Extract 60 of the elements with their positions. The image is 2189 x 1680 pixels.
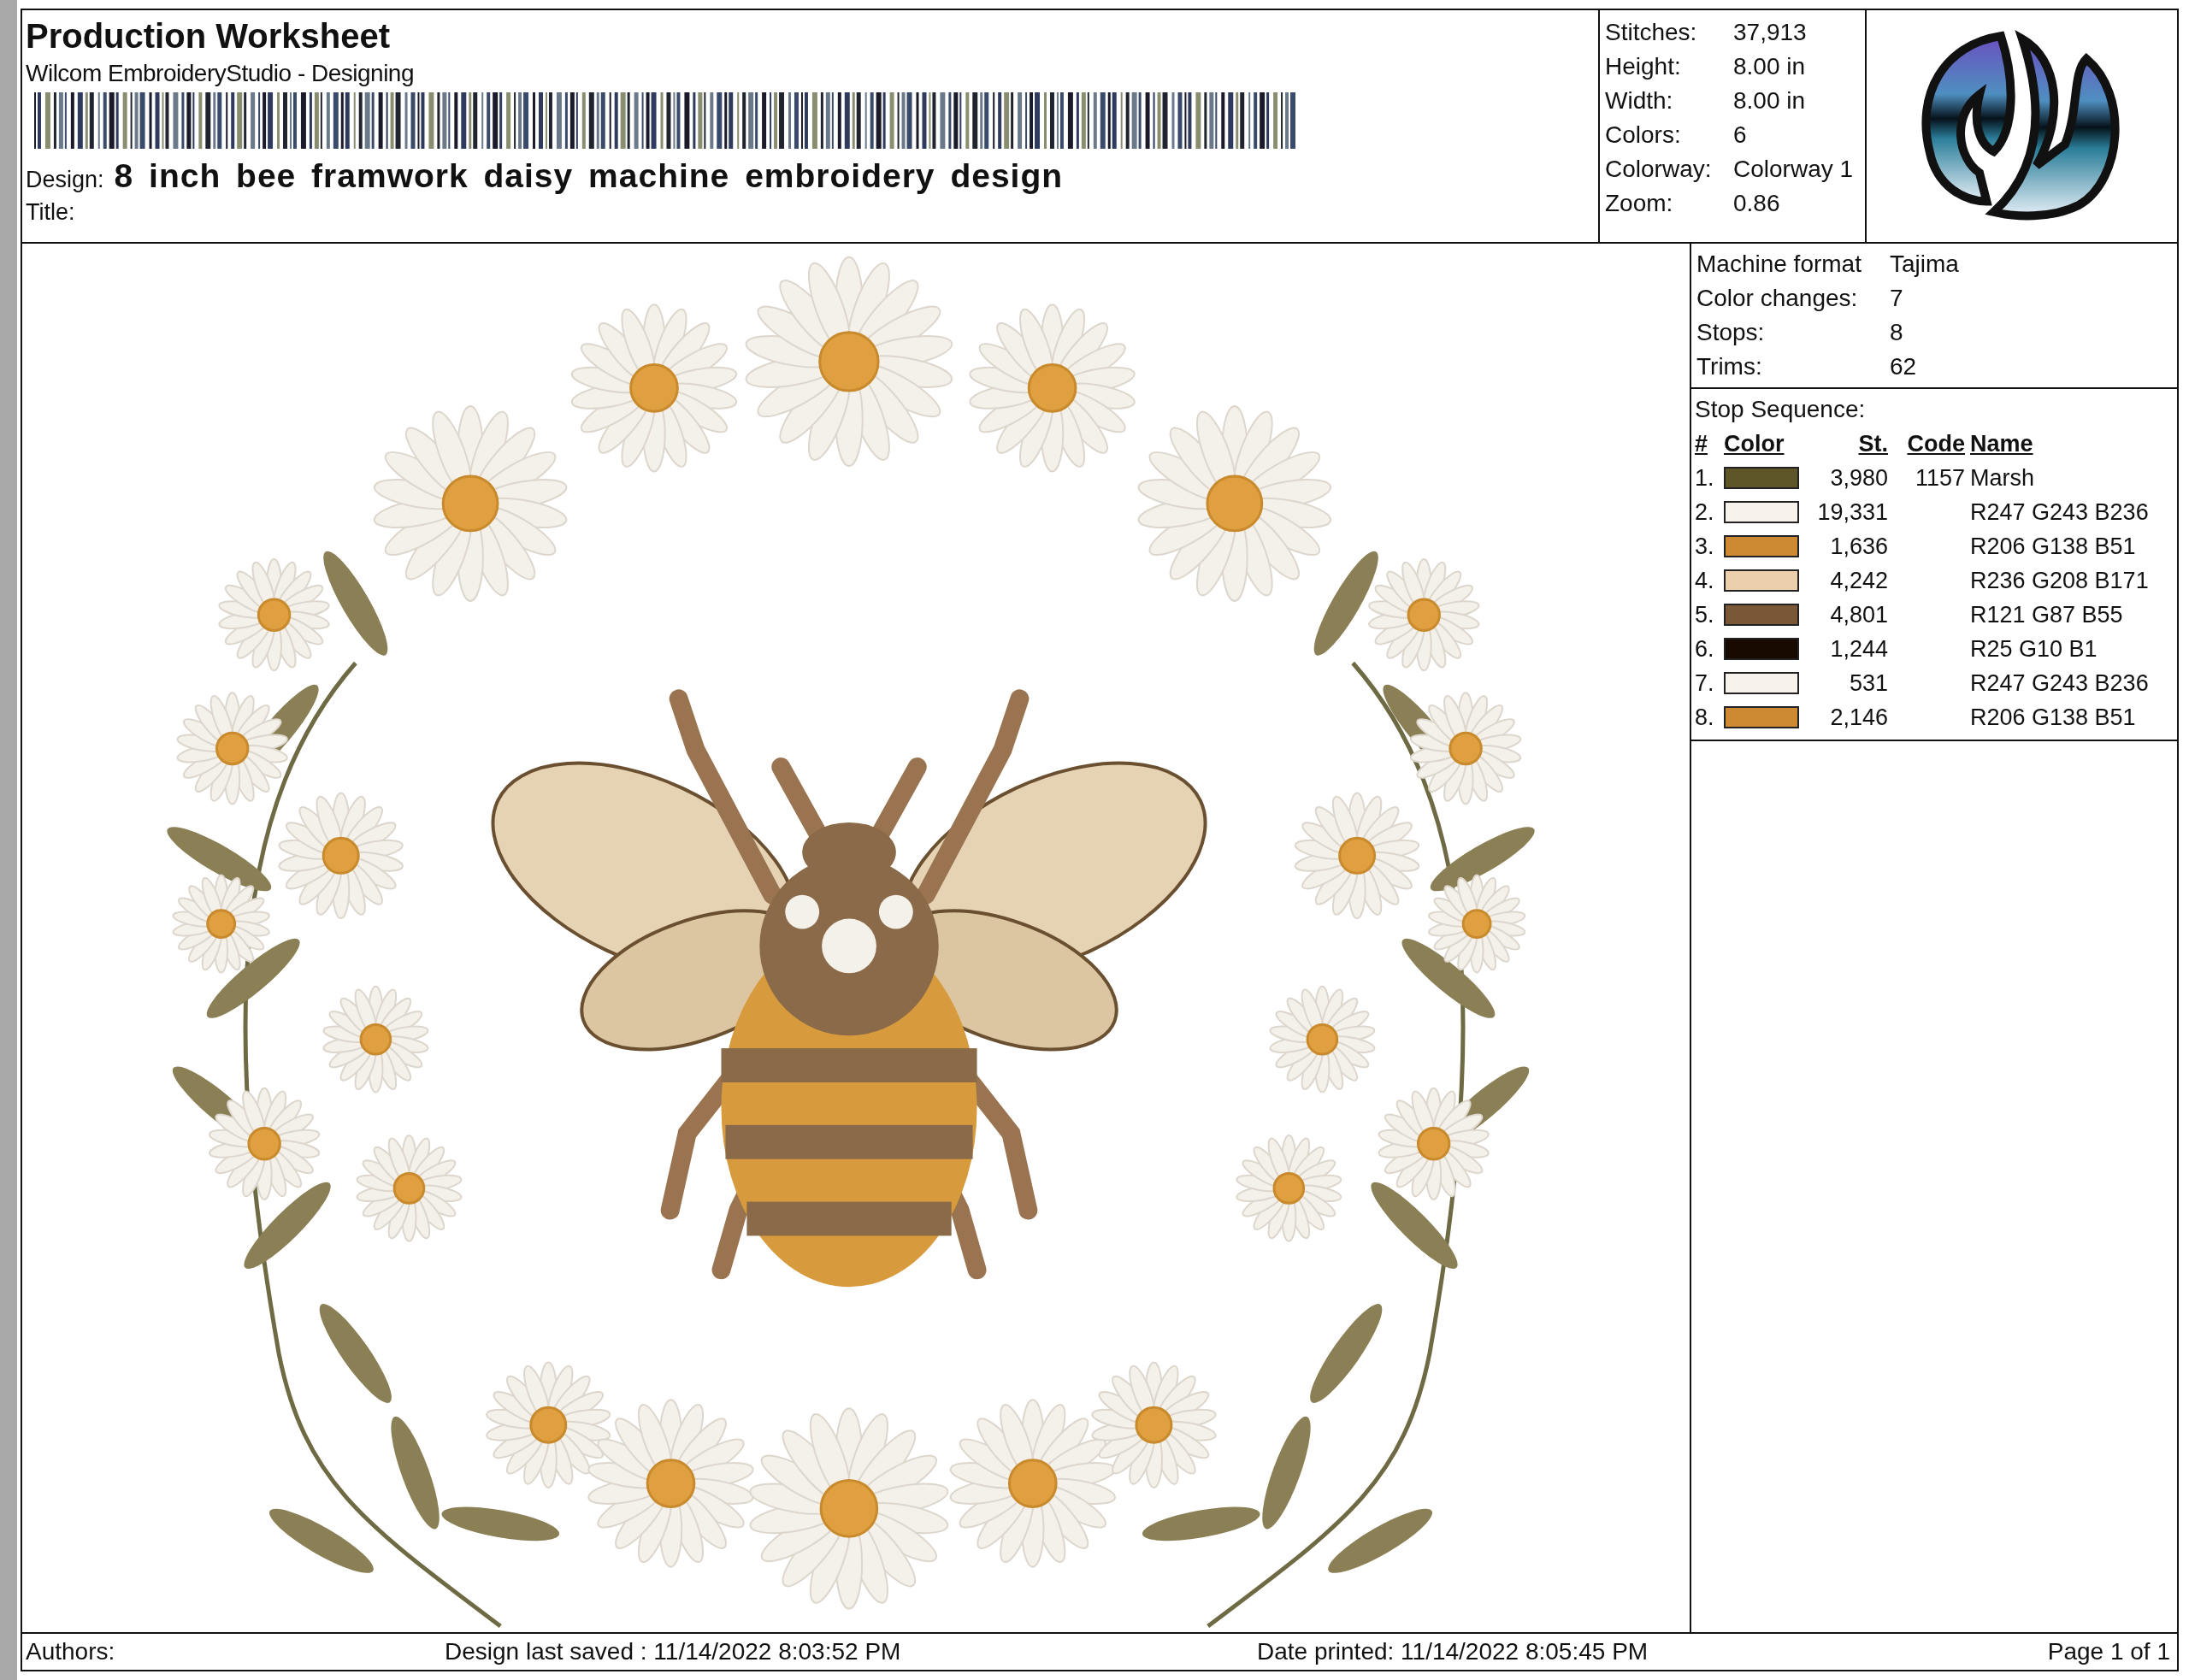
- column-header: Code: [1906, 430, 1966, 458]
- stitch-count: 3,980: [1829, 464, 1889, 492]
- stat-value: 8.00 in: [1733, 52, 1806, 81]
- column-header: Color: [1724, 430, 1785, 458]
- machine-value: 62: [1890, 352, 1917, 381]
- program-name: Wilcom EmbroideryStudio - Designing: [26, 59, 415, 88]
- stitch-count: 1,244: [1829, 635, 1889, 663]
- thread-name: R247 G243 B236: [1970, 669, 2150, 698]
- thread-name: R121 G87 B55: [1970, 601, 2124, 629]
- thread-name: R236 G208 B171: [1970, 567, 2150, 595]
- stat-label: Zoom:: [1605, 189, 1674, 218]
- thread-name: R206 G138 B51: [1970, 704, 2137, 732]
- row-number: 3.: [1695, 533, 1715, 561]
- row-number: 2.: [1695, 498, 1715, 527]
- machine-label: Color changes:: [1696, 284, 1859, 313]
- stat-value: 0.86: [1733, 189, 1780, 218]
- thread-name: R206 G138 B51: [1970, 533, 2137, 561]
- stat-label: Colorway:: [1605, 155, 1713, 184]
- stat-label: Stitches:: [1605, 18, 1698, 47]
- thread-name: Marsh: [1970, 464, 2035, 492]
- stitch-count: 1,636: [1829, 533, 1889, 561]
- machine-label: Stops:: [1696, 318, 1766, 347]
- thread-name: R247 G243 B236: [1970, 498, 2150, 527]
- authors-label: Authors:: [26, 1638, 116, 1665]
- stat-value: 6: [1733, 121, 1747, 150]
- stat-label: Colors:: [1605, 121, 1682, 150]
- row-number: 4.: [1695, 567, 1715, 595]
- report-title: Production Worksheet: [26, 16, 391, 56]
- stitch-count: 4,801: [1829, 601, 1889, 629]
- machine-label: Machine format: [1696, 250, 1862, 279]
- stat-value: 8.00 in: [1733, 86, 1806, 115]
- stitch-count: 531: [1848, 669, 1889, 698]
- design-name: 8 inch bee framwork daisy machine embroidery design: [114, 157, 1064, 195]
- row-number: 5.: [1695, 601, 1715, 629]
- machine-value: 8: [1890, 318, 1903, 347]
- row-number: 6.: [1695, 635, 1715, 663]
- stitch-count: 19,331: [1816, 498, 1889, 527]
- machine-label: Trims:: [1696, 352, 1763, 381]
- thread-code: 1157: [1914, 464, 1966, 492]
- column-header: St.: [1857, 430, 1889, 458]
- stat-value: Colorway 1: [1733, 155, 1854, 184]
- title-label: Title:: [26, 198, 76, 227]
- page-number: Page 1 of 1: [2047, 1638, 2170, 1665]
- stitch-count: 4,242: [1829, 567, 1889, 595]
- print-date: Date printed: 11/14/2022 8:05:45 PM: [1257, 1638, 1649, 1665]
- machine-value: Tajima: [1890, 250, 1959, 279]
- stat-value: 37,913: [1733, 18, 1807, 47]
- machine-value: 7: [1890, 284, 1903, 313]
- stat-label: Width:: [1605, 86, 1674, 115]
- thread-name: R25 G10 B1: [1970, 635, 2098, 663]
- stat-label: Height:: [1605, 52, 1682, 81]
- design-label: Design:: [26, 166, 104, 194]
- last-saved-date: Design last saved : 11/14/2022 8:03:52 PM: [445, 1638, 902, 1665]
- row-number: 1.: [1695, 464, 1715, 492]
- column-header: #: [1695, 430, 1709, 458]
- section-heading: Stop Sequence:: [1695, 395, 1867, 424]
- stitch-count: 2,146: [1829, 704, 1889, 732]
- row-number: 8.: [1695, 704, 1715, 732]
- column-header: Name: [1970, 430, 2034, 458]
- row-number: 7.: [1695, 669, 1715, 698]
